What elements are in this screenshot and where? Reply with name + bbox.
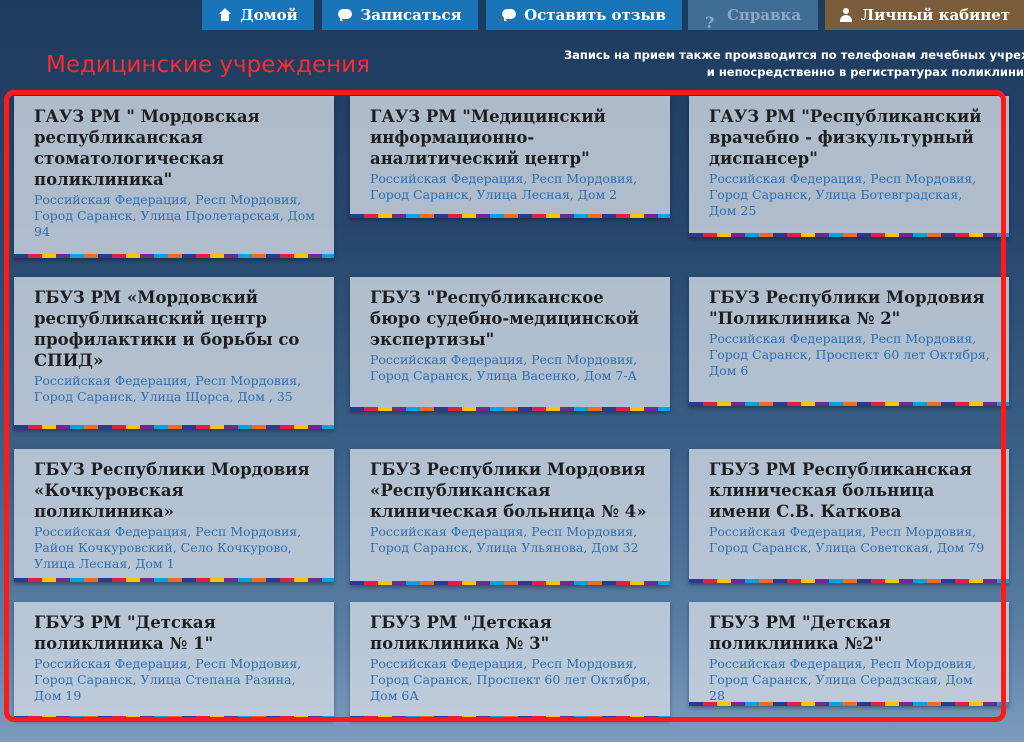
home-button-label: Домой (240, 6, 298, 24)
institution-address: Российская Федерация, Респ Мордовия, Гор… (34, 656, 302, 703)
institution-card[interactable]: ГБУЗ РМ Республиканская клиническая боль… (689, 449, 1009, 583)
institution-card[interactable]: ГБУЗ РМ «Мордовский республиканский цент… (14, 277, 334, 429)
institution-address: Российская Федерация, Респ Мордовия, Гор… (709, 331, 990, 378)
help-button-label: Справка (726, 6, 802, 24)
institution-card[interactable]: ГБУЗ РМ "Детская поликлиника №2" Российс… (689, 602, 1009, 706)
institution-card[interactable]: ГБУЗ "Республиканское бюро судебно-медиц… (350, 277, 670, 411)
institution-name[interactable]: ГБУЗ РМ Республиканская клиническая боль… (709, 459, 991, 522)
institution-card[interactable]: ГБУЗ Республики Мордовия "Поликлиника № … (689, 277, 1009, 406)
institution-name[interactable]: ГАУЗ РМ "Медицинский информационно-анали… (370, 106, 652, 169)
cabinet-button[interactable]: Личный кабинет (825, 0, 1024, 30)
institution-name[interactable]: ГБУЗ РМ «Мордовский республиканский цент… (34, 287, 316, 371)
feedback-button-label: Оставить отзыв (524, 6, 666, 24)
notice-line-1: Запись на прием также производится по те… (564, 48, 1024, 62)
help-button[interactable]: ? Справка (688, 0, 818, 32)
question-icon: ? (704, 13, 715, 32)
institution-name[interactable]: ГБУЗ Республики Мордовия "Поликлиника № … (709, 287, 991, 329)
top-navigation: Домой Записаться Оставить отзыв ? Справк… (0, 0, 1024, 32)
institution-address: Российская Федерация, Респ Мордовия, Гор… (709, 171, 977, 218)
institution-address: Российская Федерация, Респ Мордовия, Гор… (370, 352, 638, 383)
signup-button-label: Записаться (360, 6, 462, 24)
institution-address: Российская Федерация, Респ Мордовия, Гор… (34, 373, 302, 404)
user-icon (839, 8, 853, 22)
institution-name[interactable]: ГБУЗ Республики Мордовия «Республиканска… (370, 459, 652, 522)
signup-button[interactable]: Записаться (322, 0, 478, 30)
home-icon (218, 8, 232, 22)
phone-booking-notice: Запись на прием также производится по те… (564, 47, 1024, 81)
institution-address: Российская Федерация, Респ Мордовия, Гор… (370, 524, 639, 555)
institution-name[interactable]: ГАУЗ РМ " Мордовская республиканская сто… (34, 106, 316, 190)
institution-address: Российская Федерация, Респ Мордовия, Гор… (34, 192, 315, 239)
institution-name[interactable]: ГБУЗ "Республиканское бюро судебно-медиц… (370, 287, 652, 350)
institution-name[interactable]: ГБУЗ РМ "Детская поликлиника № 3" (370, 612, 652, 654)
institution-card[interactable]: ГАУЗ РМ " Мордовская республиканская сто… (14, 96, 334, 258)
institution-address: Российская Федерация, Респ Мордовия, Гор… (370, 171, 638, 202)
institution-address: Российская Федерация, Респ Мордовия, Гор… (370, 656, 651, 703)
institution-name[interactable]: ГБУЗ РМ "Детская поликлиника №2" (709, 612, 991, 654)
cabinet-button-label: Личный кабинет (860, 6, 1011, 24)
chat-icon (502, 8, 517, 22)
institution-address: Российская Федерация, Респ Мордовия, Рай… (34, 524, 302, 571)
section-title: Медицинские учреждения (46, 52, 370, 78)
institution-card[interactable]: ГАУЗ РМ "Медицинский информационно-анали… (350, 96, 670, 218)
institution-address: Российская Федерация, Респ Мордовия, Гор… (709, 656, 977, 703)
notice-line-2: и непосредственно в регистратурах поликл… (706, 65, 1024, 79)
chat-icon (338, 8, 353, 22)
institution-card[interactable]: ГБУЗ Республики Мордовия «Республиканска… (350, 449, 670, 585)
home-button[interactable]: Домой (202, 0, 314, 30)
feedback-button[interactable]: Оставить отзыв (486, 0, 682, 30)
institution-name[interactable]: ГБУЗ Республики Мордовия «Кочкуровская п… (34, 459, 316, 522)
institution-card[interactable]: ГБУЗ РМ "Детская поликлиника № 3" Россий… (350, 602, 670, 720)
institution-address: Российская Федерация, Респ Мордовия, Гор… (709, 524, 985, 555)
institution-card[interactable]: ГАУЗ РМ "Республиканский врачебно - физк… (689, 96, 1009, 237)
institution-card[interactable]: ГБУЗ Республики Мордовия «Кочкуровская п… (14, 449, 334, 582)
institution-name[interactable]: ГБУЗ РМ "Детская поликлиника № 1" (34, 612, 316, 654)
institution-card[interactable]: ГБУЗ РМ "Детская поликлиника № 1" Россий… (14, 602, 334, 720)
institution-name[interactable]: ГАУЗ РМ "Республиканский врачебно - физк… (709, 106, 991, 169)
